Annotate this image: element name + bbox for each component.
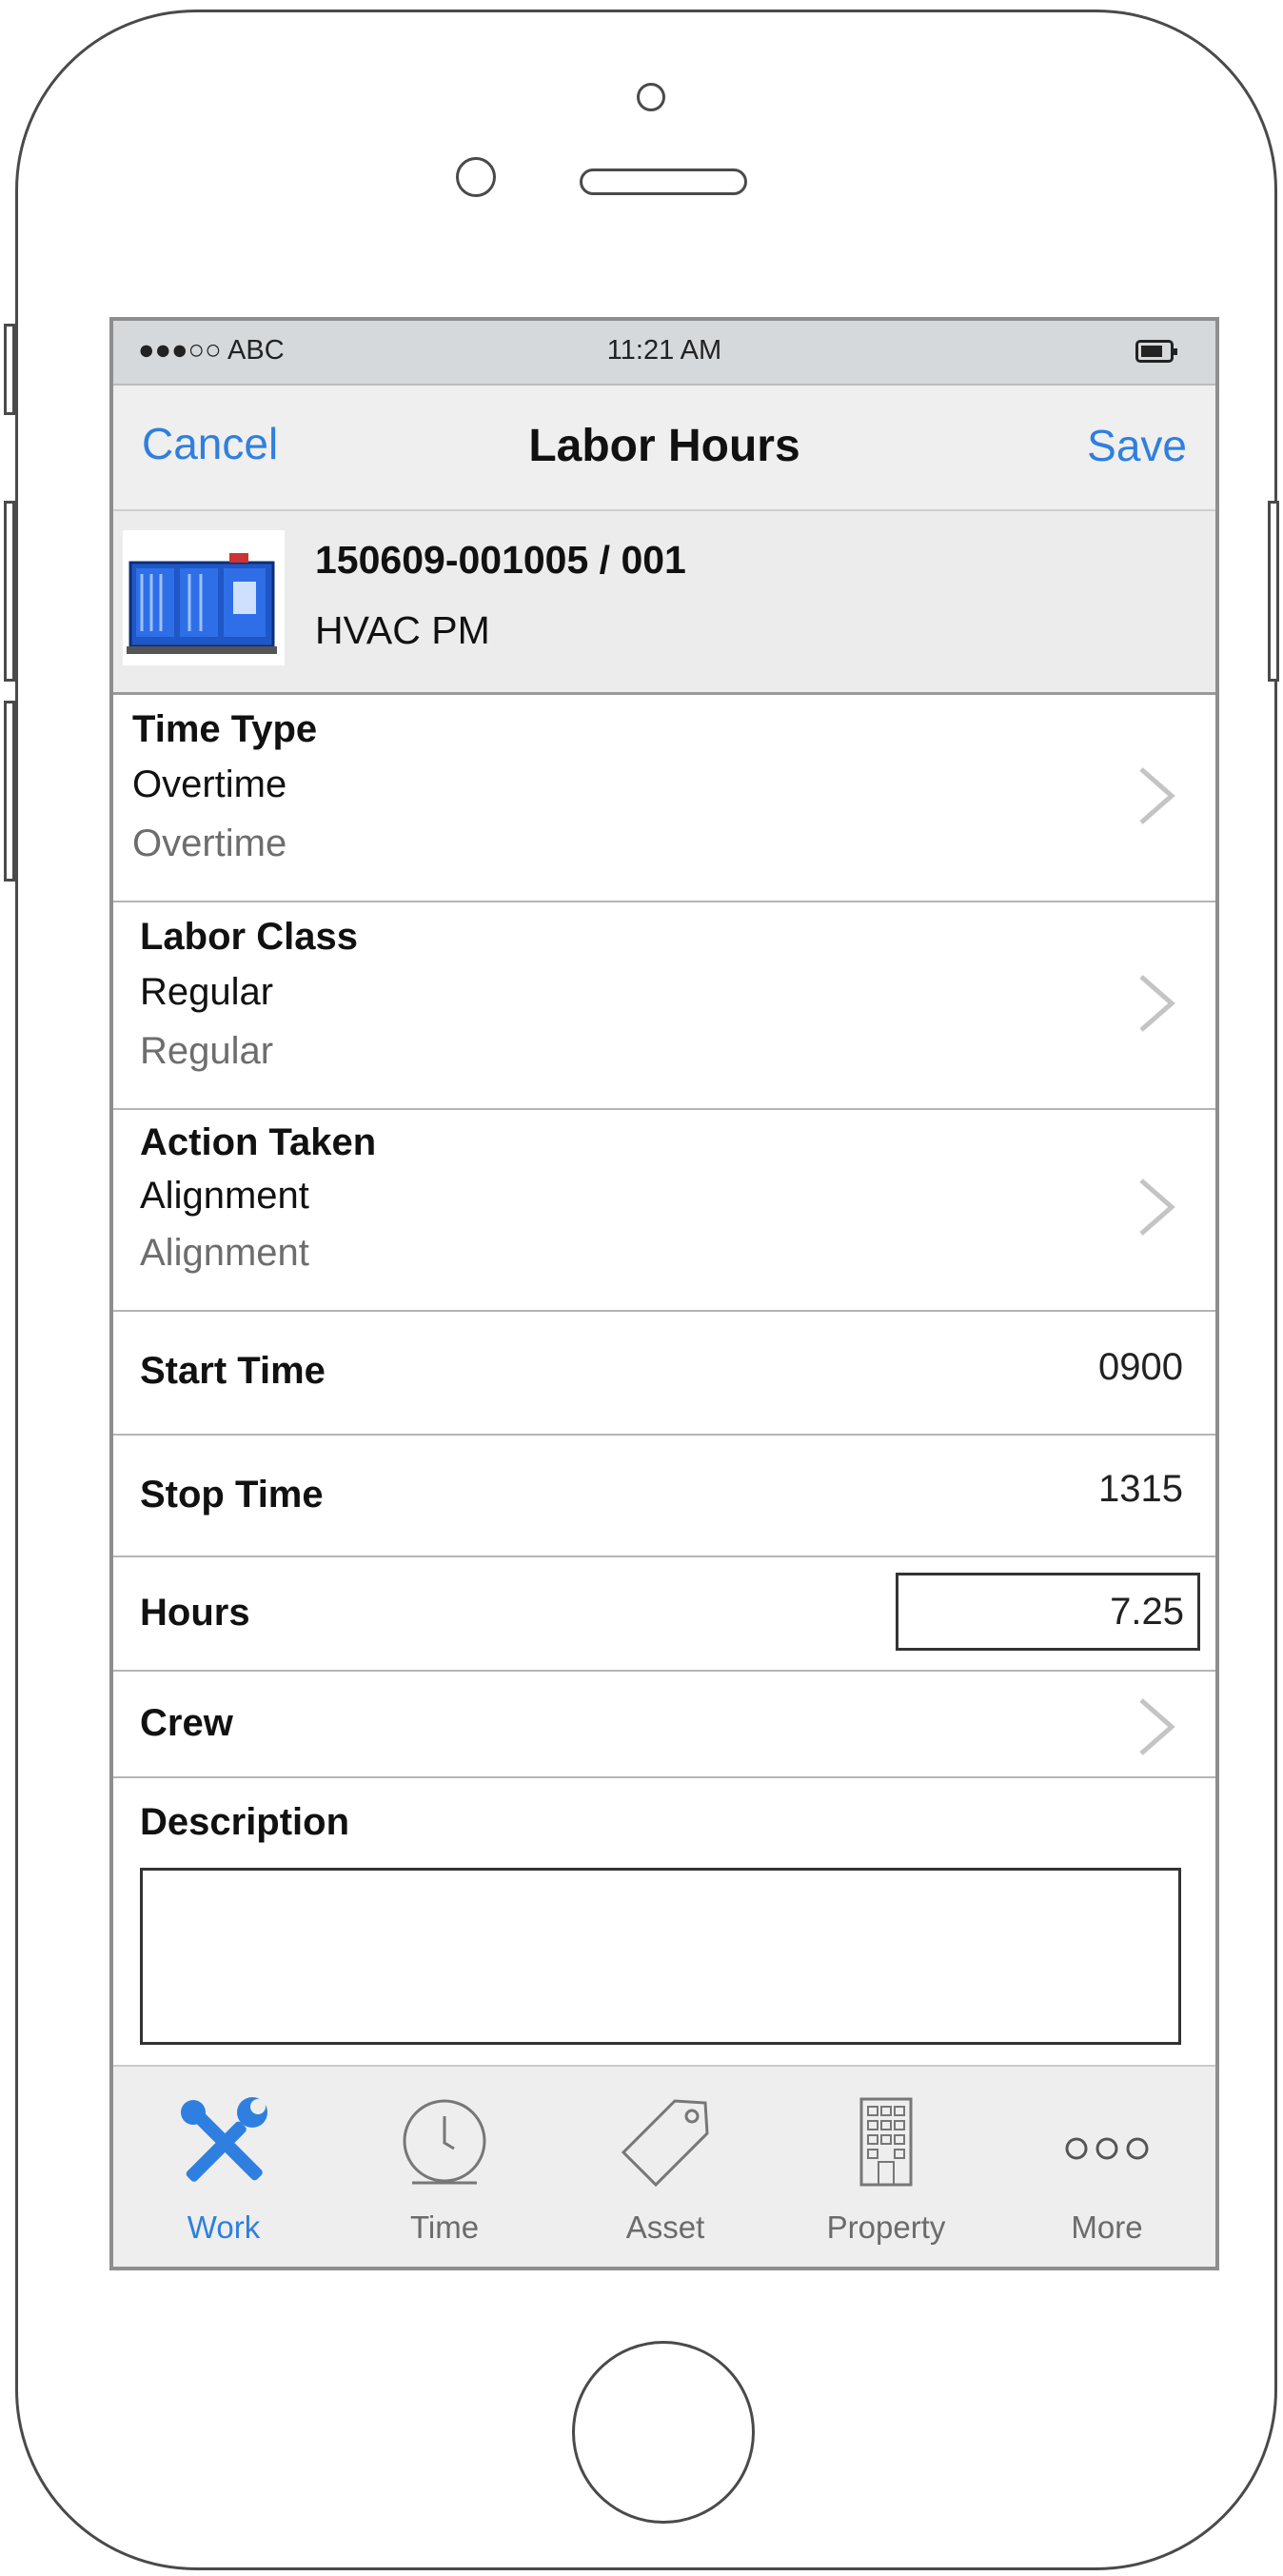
volume-up-button[interactable]: [4, 501, 15, 682]
hvac-unit-thumbnail: [123, 530, 285, 665]
tab-label: Work: [187, 2209, 261, 2245]
tab-label: Asset: [625, 2209, 705, 2245]
action-taken-secondary: Alignment: [140, 1232, 309, 1274]
start-time-label: Start Time: [140, 1350, 326, 1392]
tab-bar: Work Time Asset Property More: [113, 2065, 1215, 2267]
cancel-button[interactable]: Cancel: [142, 418, 278, 469]
page-title: Labor Hours: [528, 421, 800, 471]
earpiece-speaker: [580, 168, 747, 195]
stop-time-value: 1315: [1098, 1468, 1183, 1510]
clock-icon: [403, 2099, 486, 2185]
chevron-right-icon: [1139, 1179, 1175, 1236]
navigation-bar: Cancel Labor Hours Save: [113, 386, 1215, 511]
time-type-label: Time Type: [132, 708, 318, 750]
work-order-description: HVAC PM: [315, 608, 490, 652]
hours-label: Hours: [140, 1592, 250, 1634]
tab-label: More: [1071, 2209, 1143, 2245]
time-type-secondary: Overtime: [132, 822, 287, 864]
labor-class-row[interactable]: Labor Class Regular Regular: [113, 902, 1215, 1110]
status-bar: ●●●○○ ABC 11:21 AM: [113, 321, 1215, 386]
battery-icon: [1135, 340, 1177, 363]
description-textarea[interactable]: [140, 1868, 1181, 2045]
power-button[interactable]: [1268, 501, 1279, 682]
stop-time-label: Stop Time: [140, 1474, 324, 1516]
labor-class-label: Labor Class: [140, 916, 358, 958]
hours-input[interactable]: [896, 1573, 1200, 1651]
start-time-row[interactable]: Start Time 0900: [113, 1312, 1215, 1436]
stop-time-row[interactable]: Stop Time 1315: [113, 1436, 1215, 1557]
home-button[interactable]: [572, 2341, 755, 2524]
mute-switch[interactable]: [4, 324, 15, 415]
chevron-right-icon: [1139, 767, 1175, 824]
save-button[interactable]: Save: [1087, 420, 1187, 471]
tab-more[interactable]: More: [997, 2067, 1215, 2267]
action-taken-label: Action Taken: [140, 1121, 377, 1163]
front-camera: [637, 83, 665, 111]
action-taken-row[interactable]: Action Taken Alignment Alignment: [113, 1110, 1215, 1312]
tab-label: Time: [409, 2209, 480, 2245]
description-row: Description: [113, 1778, 1215, 2073]
tab-label: Property: [826, 2209, 946, 2245]
start-time-value: 0900: [1098, 1346, 1183, 1388]
tab-asset[interactable]: Asset: [555, 2067, 776, 2267]
app-screen: ●●●○○ ABC 11:21 AM Cancel Labor Hours Sa…: [109, 317, 1219, 2270]
description-label: Description: [140, 1801, 350, 1843]
more-icon: [1065, 2137, 1149, 2160]
hours-row: Hours: [113, 1557, 1215, 1672]
chevron-right-icon: [1139, 975, 1175, 1032]
volume-down-button[interactable]: [4, 701, 15, 882]
labor-class-value: Regular: [140, 971, 274, 1013]
tab-work[interactable]: Work: [113, 2067, 334, 2267]
time-type-value: Overtime: [132, 763, 287, 805]
tab-property[interactable]: Property: [776, 2067, 997, 2267]
tools-icon: [181, 2097, 267, 2182]
crew-row[interactable]: Crew: [113, 1672, 1215, 1778]
chevron-right-icon: [1139, 1698, 1175, 1755]
time-type-row[interactable]: Time Type Overtime Overtime: [113, 695, 1215, 902]
action-taken-value: Alignment: [140, 1175, 309, 1217]
proximity-sensor: [456, 157, 496, 197]
tab-time[interactable]: Time: [334, 2067, 555, 2267]
work-order-number: 150609-001005 / 001: [315, 538, 686, 582]
status-time: 11:21 AM: [606, 335, 722, 366]
building-icon: [859, 2097, 913, 2187]
phone-frame: ●●●○○ ABC 11:21 AM Cancel Labor Hours Sa…: [15, 10, 1277, 2570]
crew-label: Crew: [140, 1702, 233, 1744]
work-order-header: 150609-001005 / 001 HVAC PM: [113, 511, 1215, 695]
labor-class-secondary: Regular: [140, 1030, 274, 1072]
tag-icon: [621, 2099, 709, 2188]
